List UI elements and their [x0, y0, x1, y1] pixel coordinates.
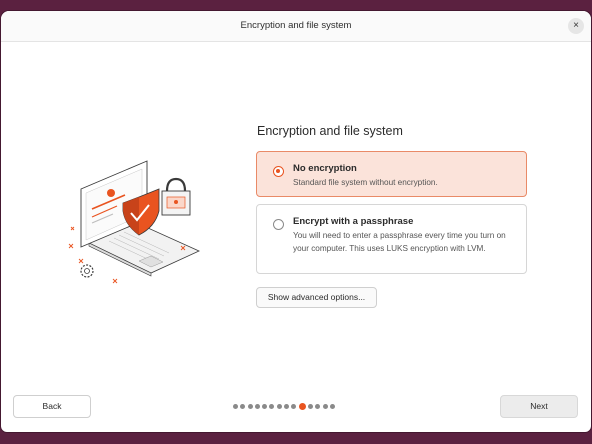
- installer-window: Encryption and file system × Encryption …: [1, 11, 591, 432]
- progress-dot: [291, 404, 297, 409]
- progress-dot: [307, 404, 313, 409]
- window-title: Encryption and file system: [240, 20, 352, 31]
- show-advanced-options-button[interactable]: Show advanced options...: [256, 287, 377, 308]
- option-encrypt-passphrase[interactable]: Encrypt with a passphrase You will need …: [256, 204, 527, 274]
- option-no-encryption[interactable]: No encryption Standard file system witho…: [256, 151, 527, 197]
- progress-dot: [233, 404, 238, 409]
- progress-dot: [329, 404, 335, 409]
- option-description: You will need to enter a passphrase ever…: [293, 231, 506, 253]
- laptop-lock-shield-illustration: [68, 160, 200, 284]
- progress-dot: [284, 404, 290, 409]
- radio-encrypt-passphrase[interactable]: [273, 219, 284, 230]
- option-description: Standard file system without encryption.: [293, 178, 438, 187]
- progress-dot: [262, 404, 268, 409]
- progress-dot: [315, 404, 321, 409]
- option-title: Encrypt with a passphrase: [293, 216, 414, 227]
- progress-dot: [240, 404, 246, 409]
- progress-dot: [269, 404, 275, 409]
- progress-dots: [233, 403, 335, 410]
- back-button[interactable]: Back: [13, 395, 91, 418]
- close-icon: ×: [573, 20, 579, 31]
- option-title: No encryption: [293, 163, 357, 174]
- close-button[interactable]: ×: [568, 18, 584, 34]
- title-bar: Encryption and file system ×: [1, 11, 591, 42]
- next-button[interactable]: Next: [500, 395, 578, 418]
- progress-dot: [254, 404, 260, 409]
- progress-dot: [247, 404, 253, 409]
- progress-dot-active: [298, 403, 306, 410]
- progress-dot: [322, 404, 328, 409]
- page-heading: Encryption and file system: [257, 124, 403, 138]
- progress-dot: [276, 404, 282, 409]
- radio-no-encryption[interactable]: [273, 166, 284, 177]
